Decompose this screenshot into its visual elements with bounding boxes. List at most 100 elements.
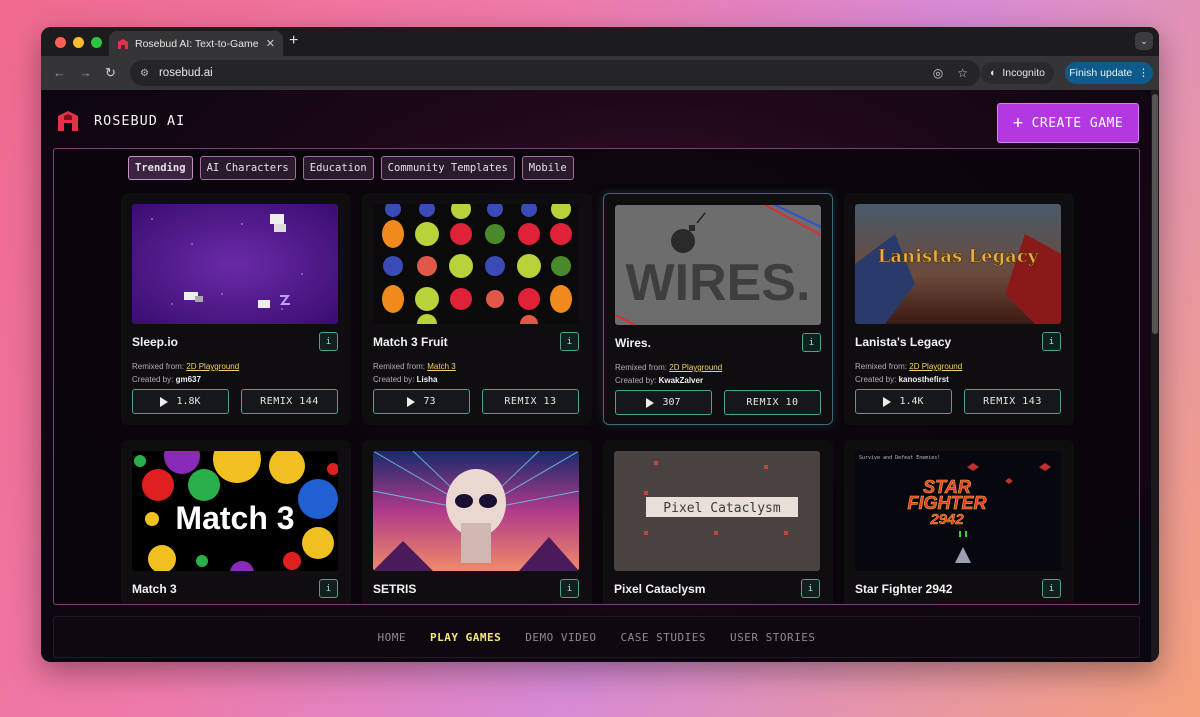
plus-icon: +	[1012, 113, 1024, 133]
filter-ai-characters[interactable]: AI Characters	[199, 156, 296, 180]
remixed-from-link[interactable]: Match 3	[427, 362, 455, 371]
game-card[interactable]: Match 3 Fruit i Remixed from: Match 3 Cr…	[362, 193, 592, 425]
created-by: Created by: Lisha	[373, 375, 438, 384]
creator-name: gm637	[175, 375, 201, 384]
finish-update-button[interactable]: Finish update ⋮	[1065, 62, 1153, 84]
filter-community-templates[interactable]: Community Templates	[380, 156, 515, 180]
game-thumbnail[interactable]: Pixel Cataclysm	[614, 451, 820, 571]
tab-search-button[interactable]: ⌄	[1135, 32, 1153, 50]
eye-off-icon[interactable]: ◎	[933, 66, 943, 80]
game-thumbnail[interactable]: WIRES.	[615, 205, 821, 325]
zoom-window-button[interactable]	[91, 37, 102, 48]
remixed-from: Remixed from: 2D Playground	[132, 362, 239, 371]
game-title: Match 3	[132, 582, 177, 596]
game-thumbnail[interactable]	[132, 204, 338, 324]
remix-button[interactable]: REMIX 10	[724, 390, 821, 415]
game-card[interactable]: SETRIS i	[362, 440, 592, 604]
close-tab-icon[interactable]: ✕	[266, 37, 275, 50]
info-button[interactable]: i	[801, 579, 820, 598]
star-fighter-thumb-subtitle: Survive and Defeat Enemies!	[859, 455, 940, 461]
game-thumbnail[interactable]	[373, 451, 579, 571]
play-button[interactable]: 1.8K	[132, 389, 229, 414]
bookmark-star-icon[interactable]: ☆	[957, 66, 968, 80]
remix-button[interactable]: REMIX 144	[241, 389, 338, 414]
category-filters: Trending AI Characters Education Communi…	[128, 156, 574, 180]
play-button[interactable]: 73	[373, 389, 470, 414]
game-card[interactable]: Survive and Defeat Enemies! STAR FIGHTER…	[844, 440, 1074, 604]
game-card[interactable]: Pixel Cataclysm Pixel Cataclysm i	[603, 440, 833, 604]
reload-icon[interactable]: ↻	[105, 65, 116, 81]
game-thumbnail[interactable]: Lanistas Legacy	[855, 204, 1061, 324]
play-button[interactable]: 1.4K	[855, 389, 952, 414]
remix-button[interactable]: REMIX 143	[964, 389, 1061, 414]
game-thumbnail[interactable]	[373, 204, 579, 324]
info-button[interactable]: i	[560, 332, 579, 351]
filter-education[interactable]: Education	[302, 156, 374, 180]
incognito-indicator[interactable]: ◐ Incognito	[981, 62, 1054, 84]
footer-link-home[interactable]: HOME	[378, 631, 407, 644]
play-count: 307	[662, 397, 681, 408]
footer-link-play-games[interactable]: PLAY GAMES	[430, 631, 501, 644]
game-title: SETRIS	[373, 582, 417, 596]
remixed-from: Remixed from: 2D Playground	[615, 363, 722, 372]
info-button[interactable]: i	[1042, 332, 1061, 351]
remixed-from-label: Remixed from:	[373, 362, 426, 371]
game-card[interactable]: WIRES. Wires. i Remixed from: 2D Playgro…	[603, 193, 833, 425]
game-title: Lanista's Legacy	[855, 335, 952, 349]
finish-update-label: Finish update	[1069, 67, 1133, 79]
star-fighter-line3: 2942	[929, 511, 964, 528]
filter-trending[interactable]: Trending	[128, 156, 193, 180]
info-button[interactable]: i	[1042, 579, 1061, 598]
footer-nav: HOME PLAY GAMES DEMO VIDEO CASE STUDIES …	[53, 616, 1140, 658]
forward-icon[interactable]: →	[79, 65, 92, 80]
brand[interactable]: ROSEBUD AI	[56, 110, 185, 132]
browser-tab[interactable]: Rosebud AI: Text-to-Game M ✕	[109, 31, 283, 56]
rosebud-favicon-icon	[118, 38, 128, 49]
new-tab-button[interactable]: +	[289, 32, 298, 50]
page-scrollbar[interactable]	[1151, 90, 1159, 662]
lanistas-thumb-text: Lanistas Legacy	[878, 246, 1039, 267]
created-by-label: Created by:	[855, 375, 897, 384]
play-icon	[646, 397, 655, 408]
info-button[interactable]: i	[319, 332, 338, 351]
game-thumbnail[interactable]: Match 3	[132, 451, 338, 571]
info-button[interactable]: i	[802, 333, 821, 352]
minimize-window-button[interactable]	[73, 37, 84, 48]
play-button[interactable]: 307	[615, 390, 712, 415]
filter-mobile[interactable]: Mobile	[521, 156, 574, 180]
remixed-from-link[interactable]: 2D Playground	[669, 363, 722, 372]
sleep-io-thumbnail-image	[132, 204, 338, 324]
kebab-menu-icon: ⋮	[1138, 67, 1149, 79]
game-card[interactable]: Sleep.io i Remixed from: 2D Playground C…	[121, 193, 351, 425]
match-3-thumbnail-image: Match 3	[132, 451, 338, 571]
info-button[interactable]: i	[560, 579, 579, 598]
match-3-fruit-thumbnail-image	[373, 204, 579, 324]
pixel-cataclysm-thumbnail-image: Pixel Cataclysm	[614, 451, 820, 571]
remixed-from: Remixed from: 2D Playground	[855, 362, 962, 371]
game-title: Match 3 Fruit	[373, 335, 448, 349]
footer-link-user-stories[interactable]: USER STORIES	[730, 631, 815, 644]
address-bar[interactable]: ⚙ rosebud.ai ◎ ☆	[130, 60, 980, 86]
play-count: 1.8K	[176, 396, 201, 407]
info-button[interactable]: i	[319, 579, 338, 598]
wires-thumbnail-image: WIRES.	[615, 205, 821, 325]
game-card[interactable]: Match 3 Match 3 i	[121, 440, 351, 604]
close-window-button[interactable]	[55, 37, 66, 48]
scrollbar-thumb[interactable]	[1152, 94, 1158, 334]
back-icon[interactable]: ←	[53, 65, 66, 80]
remixed-from-link[interactable]: 2D Playground	[186, 362, 239, 371]
game-card[interactable]: Lanistas Legacy Lanista's Legacy i Remix…	[844, 193, 1074, 425]
footer-link-case-studies[interactable]: CASE STUDIES	[621, 631, 706, 644]
created-by: Created by: KwakZalver	[615, 376, 703, 385]
footer-link-demo-video[interactable]: DEMO VIDEO	[525, 631, 596, 644]
create-game-button[interactable]: + CREATE GAME	[997, 103, 1139, 143]
creator-name: Lisha	[416, 375, 438, 384]
site-settings-icon[interactable]: ⚙	[140, 68, 149, 79]
game-thumbnail[interactable]: Survive and Defeat Enemies! STAR FIGHTER…	[855, 451, 1061, 571]
remixed-from-label: Remixed from:	[855, 362, 908, 371]
browser-toolbar: ← → ↻ ⚙ rosebud.ai ◎ ☆ ◐ Incognito Finis…	[41, 56, 1159, 90]
play-icon	[160, 396, 169, 407]
remixed-from-link[interactable]: 2D Playground	[909, 362, 962, 371]
incognito-label: Incognito	[1002, 67, 1045, 79]
remix-button[interactable]: REMIX 13	[482, 389, 579, 414]
